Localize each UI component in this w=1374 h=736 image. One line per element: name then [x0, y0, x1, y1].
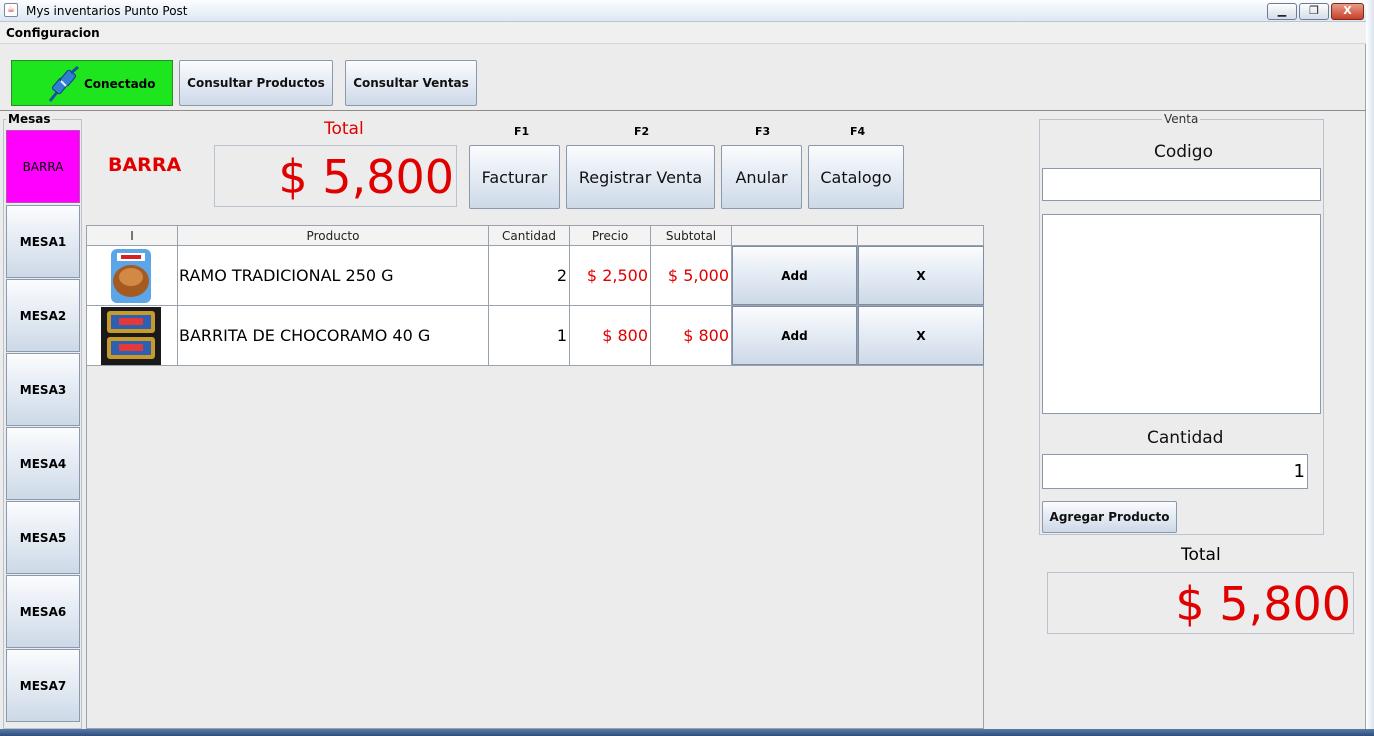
- f3-key-label: F3: [755, 125, 771, 138]
- catalogo-button[interactable]: Catalogo: [808, 145, 904, 209]
- cantidad-input[interactable]: 1: [1042, 454, 1308, 489]
- product-price: $ 2,500: [570, 246, 651, 305]
- remove-cell: X: [858, 306, 984, 365]
- app-window: ☕ Mys inventarios Punto Post ▁ ❐ X Confi…: [0, 0, 1366, 736]
- consultar-productos-button[interactable]: Consultar Productos: [179, 60, 333, 106]
- mesa-button-7[interactable]: MESA7: [6, 649, 80, 722]
- table-row[interactable]: BARRITA DE CHOCORAMO 40 G 1 $ 800 $ 800 …: [87, 306, 984, 366]
- venta-panel: Venta Codigo Cantidad 1 Agregar Producto: [1039, 112, 1324, 535]
- menu-bar: Configuracion: [0, 22, 1366, 44]
- mesa-button-1[interactable]: MESA1: [6, 205, 80, 278]
- product-price: $ 800: [570, 306, 651, 365]
- codigo-label: Codigo: [1154, 142, 1213, 162]
- remove-button[interactable]: X: [858, 306, 984, 365]
- maximize-button[interactable]: ❐: [1299, 3, 1329, 20]
- facturar-button[interactable]: Facturar: [469, 145, 560, 209]
- consultar-ventas-button[interactable]: Consultar Ventas: [345, 60, 477, 106]
- f2-key-label: F2: [634, 125, 650, 138]
- registrar-venta-button[interactable]: Registrar Venta: [566, 145, 715, 209]
- mesa-button-3[interactable]: MESA3: [6, 353, 80, 426]
- mesa-button-5[interactable]: MESA5: [6, 501, 80, 574]
- connection-status[interactable]: Conectado: [11, 60, 173, 106]
- f4-key-label: F4: [850, 125, 866, 138]
- title-bar: ☕ Mys inventarios Punto Post ▁ ❐ X: [0, 0, 1366, 22]
- codigo-results-list[interactable]: [1042, 214, 1321, 414]
- table-row[interactable]: RAMO TRADICIONAL 250 G 2 $ 2,500 $ 5,000…: [87, 246, 984, 306]
- f1-key-label: F1: [514, 125, 530, 138]
- desktop-edge: [1366, 0, 1374, 736]
- connection-status-label: Conectado: [84, 77, 156, 91]
- add-cell: Add: [732, 246, 858, 305]
- products-table: I Producto Cantidad Precio Subtotal RAMO…: [86, 225, 984, 729]
- product-name: BARRITA DE CHOCORAMO 40 G: [178, 306, 489, 365]
- mesas-legend: Mesas: [6, 112, 53, 126]
- product-name: RAMO TRADICIONAL 250 G: [178, 246, 489, 305]
- add-button[interactable]: Add: [732, 246, 857, 305]
- total-display: $ 5,800: [214, 145, 457, 207]
- mesa-button-barra[interactable]: BARRA: [6, 130, 80, 203]
- chocoramo-product-image: [101, 306, 161, 365]
- product-subtotal: $ 800: [651, 306, 732, 365]
- column-header-subtotal[interactable]: Subtotal: [651, 226, 732, 246]
- mesas-panel: Mesas BARRA MESA1 MESA2 MESA3 MESA4 MESA…: [3, 112, 82, 729]
- java-app-icon: ☕: [4, 3, 18, 17]
- taskbar: [0, 729, 1374, 736]
- product-quantity: 2: [489, 246, 570, 305]
- minimize-button[interactable]: ▁: [1267, 3, 1297, 20]
- summary-total-display: $ 5,800: [1047, 572, 1354, 634]
- add-cell: Add: [732, 306, 858, 365]
- column-header-precio[interactable]: Precio: [570, 226, 651, 246]
- venta-legend: Venta: [1162, 112, 1201, 126]
- total-label: Total: [324, 119, 364, 139]
- agregar-producto-button[interactable]: Agregar Producto: [1042, 501, 1177, 533]
- remove-cell: X: [858, 246, 984, 305]
- menu-configuracion[interactable]: Configuracion: [6, 26, 100, 40]
- add-button[interactable]: Add: [732, 306, 857, 365]
- total-value: $ 5,800: [278, 150, 454, 204]
- column-header-cantidad[interactable]: Cantidad: [489, 226, 570, 246]
- cantidad-label: Cantidad: [1147, 428, 1224, 448]
- column-header-image[interactable]: I: [87, 226, 178, 246]
- current-table-name: BARRA: [108, 154, 182, 176]
- plug-icon: [48, 65, 79, 102]
- summary-total-value: $ 5,800: [1175, 577, 1351, 631]
- column-header-add[interactable]: [732, 226, 858, 246]
- column-header-remove[interactable]: [858, 226, 984, 246]
- close-button[interactable]: X: [1331, 3, 1364, 20]
- codigo-input[interactable]: [1042, 168, 1321, 201]
- window-title: Mys inventarios Punto Post: [26, 4, 188, 18]
- mesa-button-4[interactable]: MESA4: [6, 427, 80, 500]
- product-thumbnail: [87, 246, 178, 305]
- product-subtotal: $ 5,000: [651, 246, 732, 305]
- product-thumbnail: [87, 306, 178, 365]
- summary-total-label: Total: [1181, 545, 1221, 565]
- ramo-product-image: [111, 248, 151, 303]
- mesa-button-2[interactable]: MESA2: [6, 279, 80, 352]
- column-header-producto[interactable]: Producto: [178, 226, 489, 246]
- mesa-button-6[interactable]: MESA6: [6, 575, 80, 648]
- anular-button[interactable]: Anular: [721, 145, 802, 209]
- remove-button[interactable]: X: [858, 246, 984, 305]
- product-quantity: 1: [489, 306, 570, 365]
- table-header: I Producto Cantidad Precio Subtotal: [87, 226, 984, 246]
